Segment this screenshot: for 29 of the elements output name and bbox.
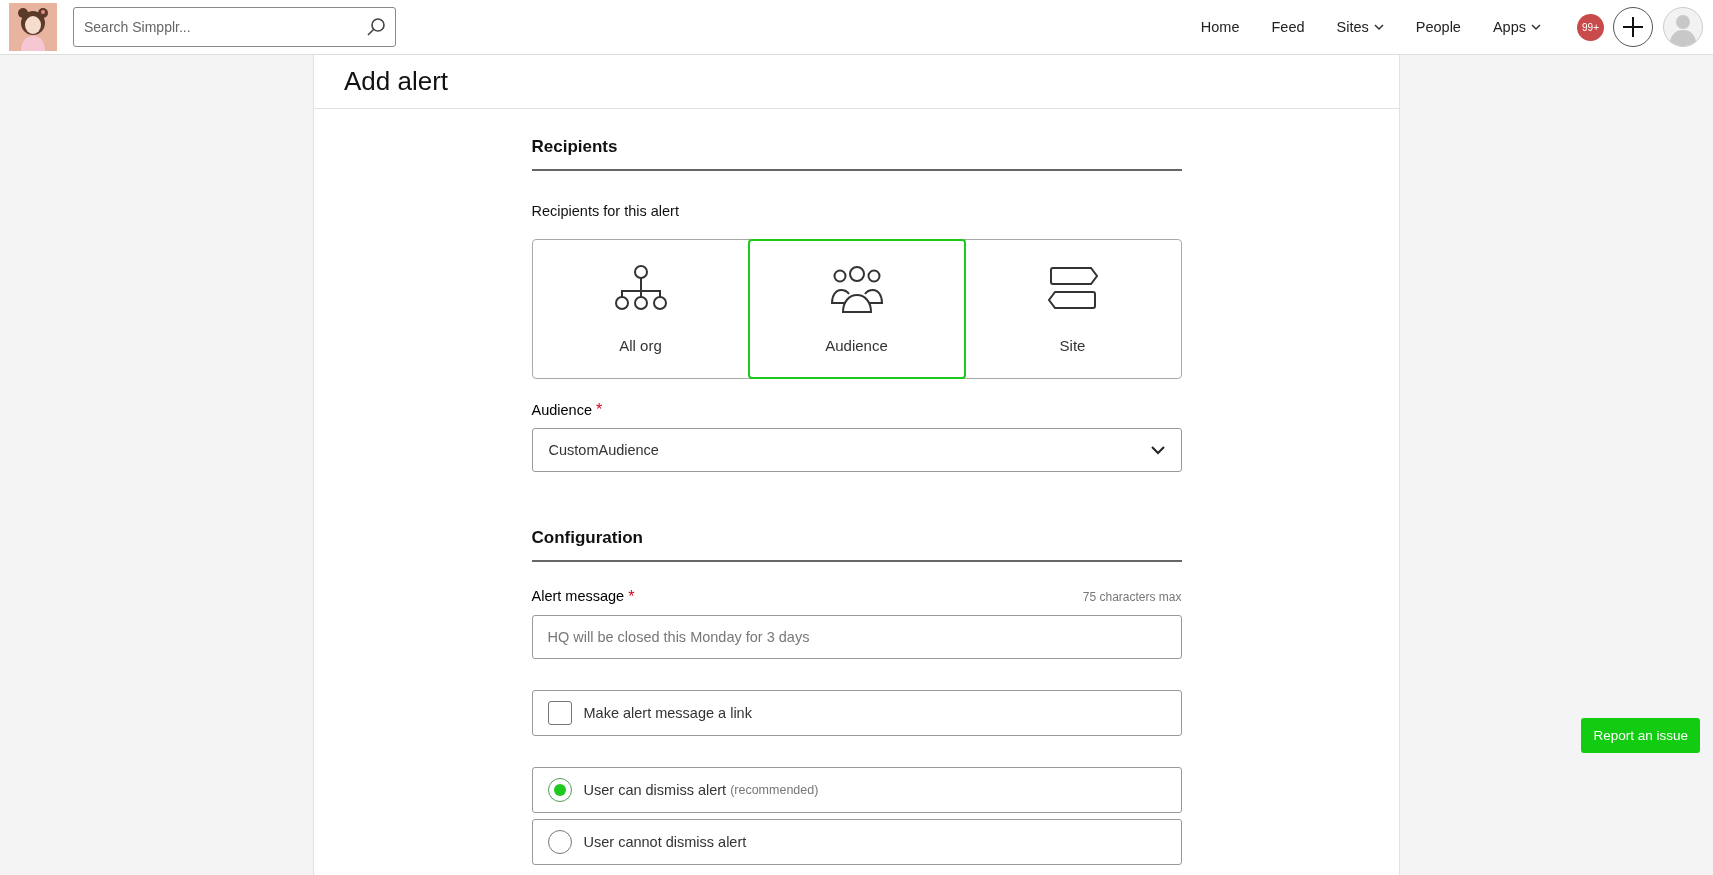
checkbox[interactable]: [547, 701, 572, 725]
alert-message-field[interactable]: HQ will be closed this Monday for 3 days: [531, 615, 1182, 659]
nav-link[interactable]: Sites: [1320, 19, 1400, 35]
character-limit: 75 characters max: [1082, 590, 1182, 604]
chevron-icon: [1150, 445, 1165, 455]
required-mark: *: [595, 401, 603, 419]
section-heading: Recipients: [531, 137, 1182, 171]
required-mark: *: [628, 588, 635, 606]
audience-dropdown[interactable]: CustomAudience: [531, 428, 1182, 472]
nav-link[interactable]: Apps: [1476, 19, 1557, 35]
field-label: Audience: [531, 402, 592, 418]
field-label: Recipients for this alert: [531, 203, 680, 219]
page-title: Add alert: [344, 66, 449, 97]
search-icon: [366, 17, 386, 37]
recipient-option[interactable]: Site: [963, 239, 1182, 379]
dismiss-option[interactable]: User cannot dismiss alert: [531, 819, 1182, 865]
link-option[interactable]: Make alert message a link: [531, 690, 1182, 736]
nav-link[interactable]: People: [1399, 19, 1477, 35]
nav-link[interactable]: Feed: [1255, 19, 1321, 35]
recipient-option[interactable]: All org: [531, 239, 750, 379]
notification-count[interactable]: 99+: [1577, 13, 1604, 41]
add-button[interactable]: [1613, 7, 1653, 47]
nav-link[interactable]: Home: [1184, 19, 1256, 35]
search-field[interactable]: Search Simpplr...: [73, 7, 396, 47]
dismiss-option[interactable]: User can dismiss alert (recommended): [531, 767, 1182, 813]
field-label: Alert message: [531, 588, 625, 606]
recipient-option[interactable]: Audience: [747, 239, 966, 379]
plus-icon: [1622, 16, 1644, 38]
section-heading: Configuration: [531, 528, 1182, 562]
